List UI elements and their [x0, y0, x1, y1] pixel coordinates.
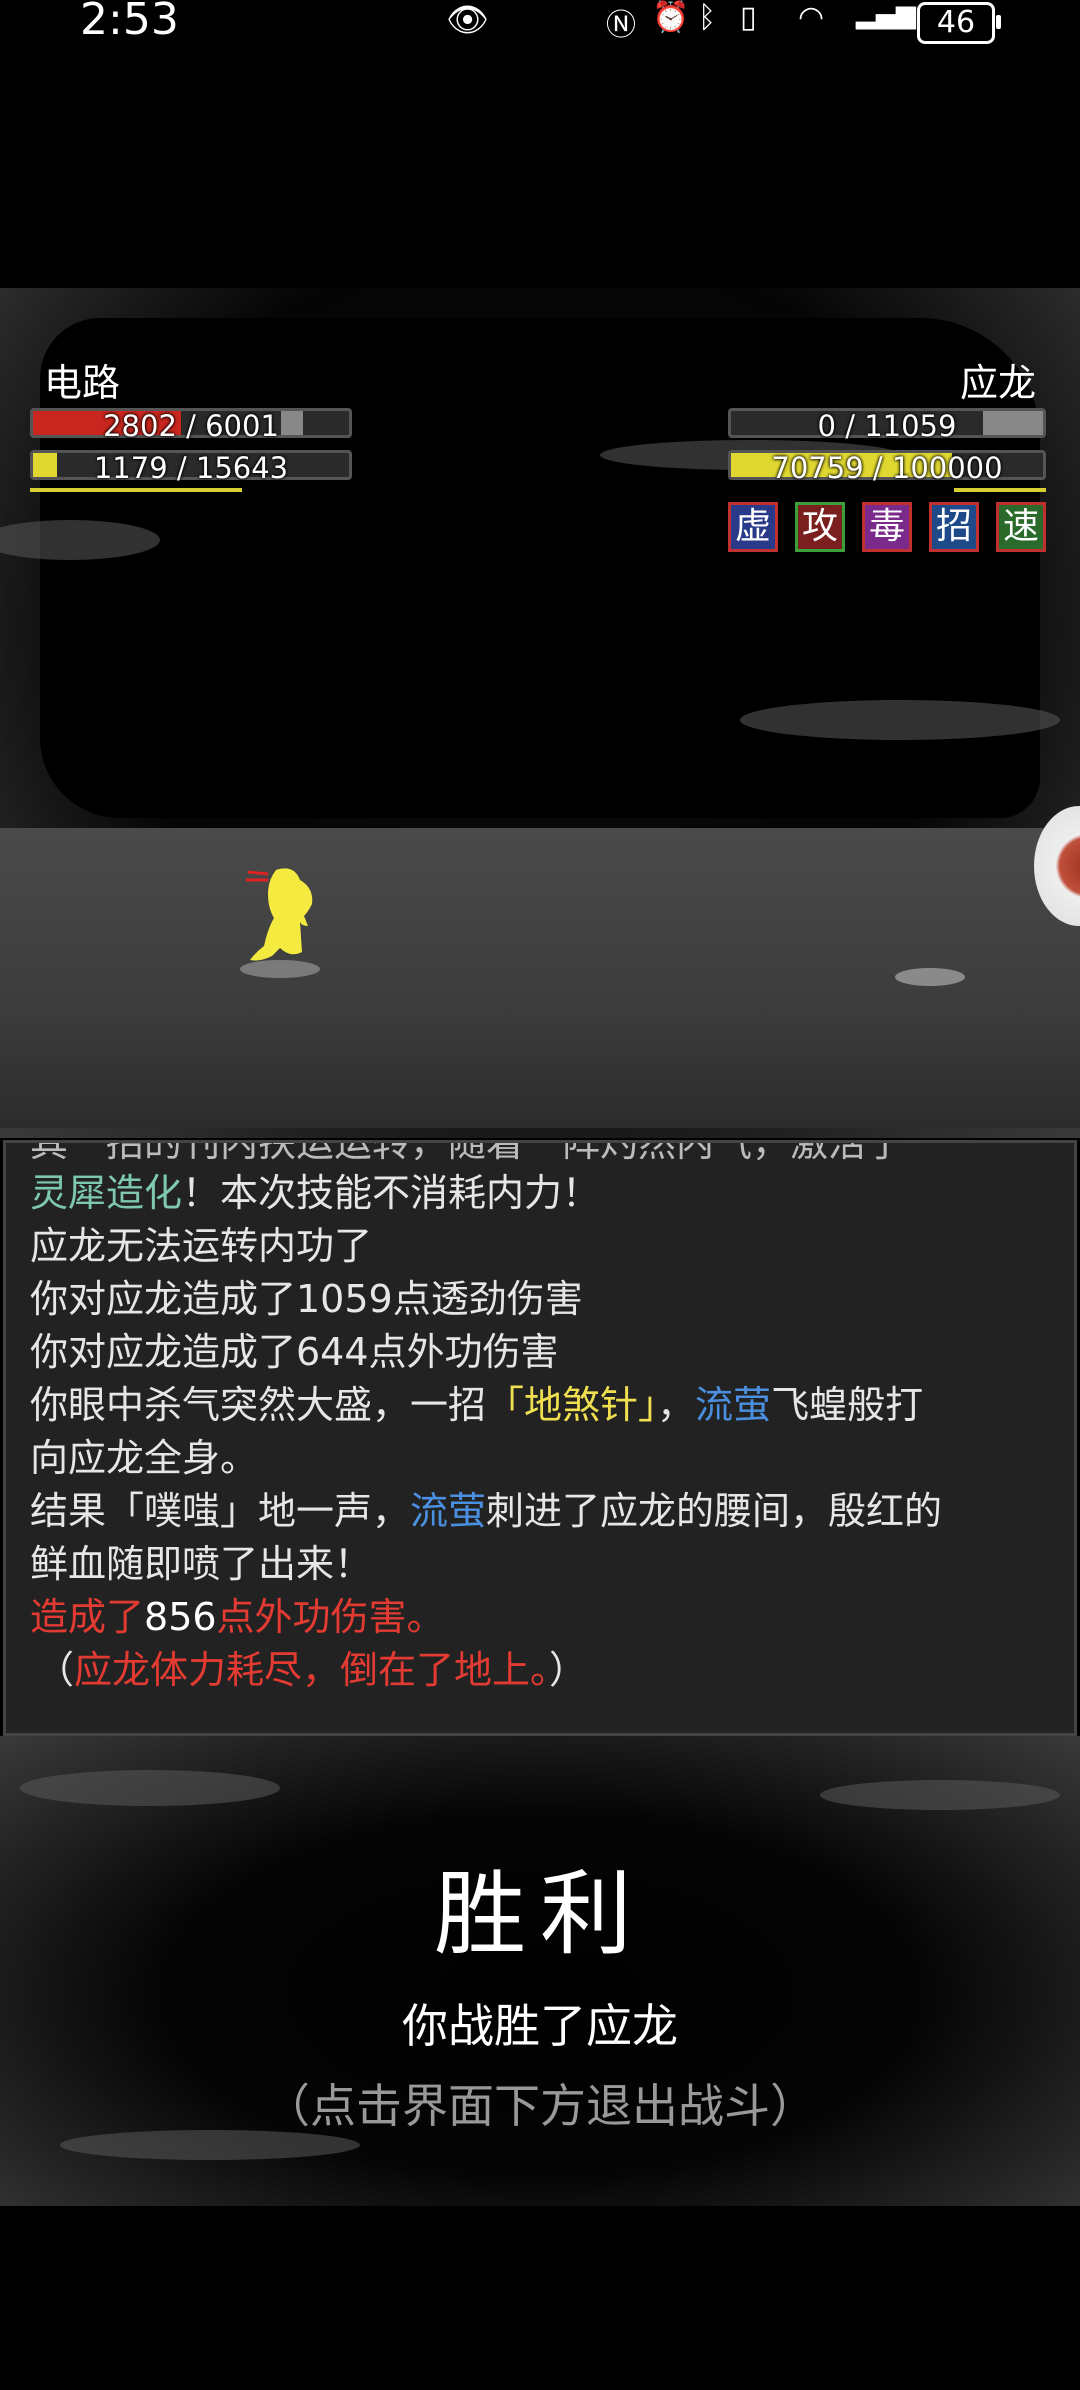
player-mp-text: 1179 / 15643 — [93, 451, 289, 485]
log-line: 向应龙全身。 — [30, 1436, 259, 1480]
exit-hint[interactable]: （点击界面下方退出战斗） — [0, 2070, 1080, 2136]
victory-subtitle: 你战胜了应龙 — [402, 1999, 678, 2053]
log-line-partial: 其一招的刊内扶运运转，随着一阵灼然内气，激活了 — [30, 1140, 905, 1165]
enemy-hp-bar: 0 / 11059 — [728, 408, 1046, 443]
arena-sky — [40, 318, 1040, 818]
victory-title: 胜利 — [433, 1861, 646, 1968]
eye-icon: 👁 — [446, 0, 490, 40]
weapon-name: 流萤 — [695, 1383, 772, 1427]
clock: 2:53 — [80, 0, 179, 45]
player-hp-bar: 2802 / 6001 — [30, 408, 352, 443]
buff-gong-icon[interactable]: 攻 — [795, 502, 845, 552]
status-bar: 2:53 👁 Ⓝ ⏰ ᛒ ▯ ◠ ▂▄▆ 46 — [0, 0, 1080, 60]
wifi-icon: ◠ — [798, 0, 825, 35]
log-line: 灵犀造化！本次技能不消耗内力！ — [30, 1171, 601, 1215]
log-line: 你对应龙造成了644点外功伤害 — [30, 1330, 559, 1374]
player-character[interactable] — [238, 860, 328, 980]
log-line: 结果「噗嗤」地一声，流萤刺进了应龙的腰间，殷红的 — [30, 1489, 943, 1533]
log-line: 造成了856点外功伤害。 — [30, 1595, 445, 1639]
4g-signal-icon: ▂▄▆ — [856, 0, 916, 30]
log-line: 你眼中杀气突然大盛，一招「地煞针」，流萤飞蝗般打 — [30, 1383, 924, 1427]
battery-icon: 46 — [917, 2, 1001, 44]
victory-wisp — [20, 1770, 280, 1806]
bluetooth-icon: ᛒ — [698, 0, 716, 35]
nfc-icon: Ⓝ — [606, 8, 636, 43]
player-name: 电路 — [44, 361, 121, 405]
player-mp-bar: 1179 / 15643 — [30, 450, 352, 485]
skill-name: 灵犀造化 — [30, 1171, 183, 1215]
weapon-name: 流萤 — [410, 1489, 487, 1533]
victory-wisp — [820, 1780, 1060, 1810]
log-line: （应龙体力耗尽，倒在了地上。） — [36, 1648, 588, 1692]
battle-log[interactable]: 其一招的刊内扶运运转，随着一阵灼然内气，激活了 灵犀造化！本次技能不消耗内力！ … — [3, 1140, 1077, 1736]
skill-name: 「地煞针」 — [486, 1383, 658, 1427]
buff-xu-icon[interactable]: 虚 — [728, 502, 778, 552]
buff-su-icon[interactable]: 速 — [996, 502, 1046, 552]
vibrate-icon: ▯ — [740, 0, 757, 35]
buff-du-icon[interactable]: 毒 — [862, 502, 912, 552]
log-line: 应龙无法运转内功了 — [30, 1224, 373, 1268]
enemy-energy-line — [954, 488, 1046, 492]
buff-zhao-icon[interactable]: 招 — [929, 502, 979, 552]
player-energy-line — [30, 488, 242, 492]
enemy-mp-bar: 70759 / 100000 — [728, 450, 1046, 485]
arena-wisp — [740, 700, 1060, 740]
enemy-hp-text: 0 / 11059 — [817, 409, 957, 443]
alarm-icon: ⏰ — [652, 0, 690, 35]
enemy-mp-text: 70759 / 100000 — [771, 451, 1003, 485]
log-line: 你对应龙造成了1059点透劲伤害 — [30, 1277, 583, 1321]
log-line: 鲜血随即喷了出来！ — [30, 1542, 373, 1586]
enemy-shadow — [895, 968, 965, 986]
enemy-name: 应龙 — [959, 361, 1036, 405]
player-hp-text: 2802 / 6001 — [103, 409, 279, 443]
